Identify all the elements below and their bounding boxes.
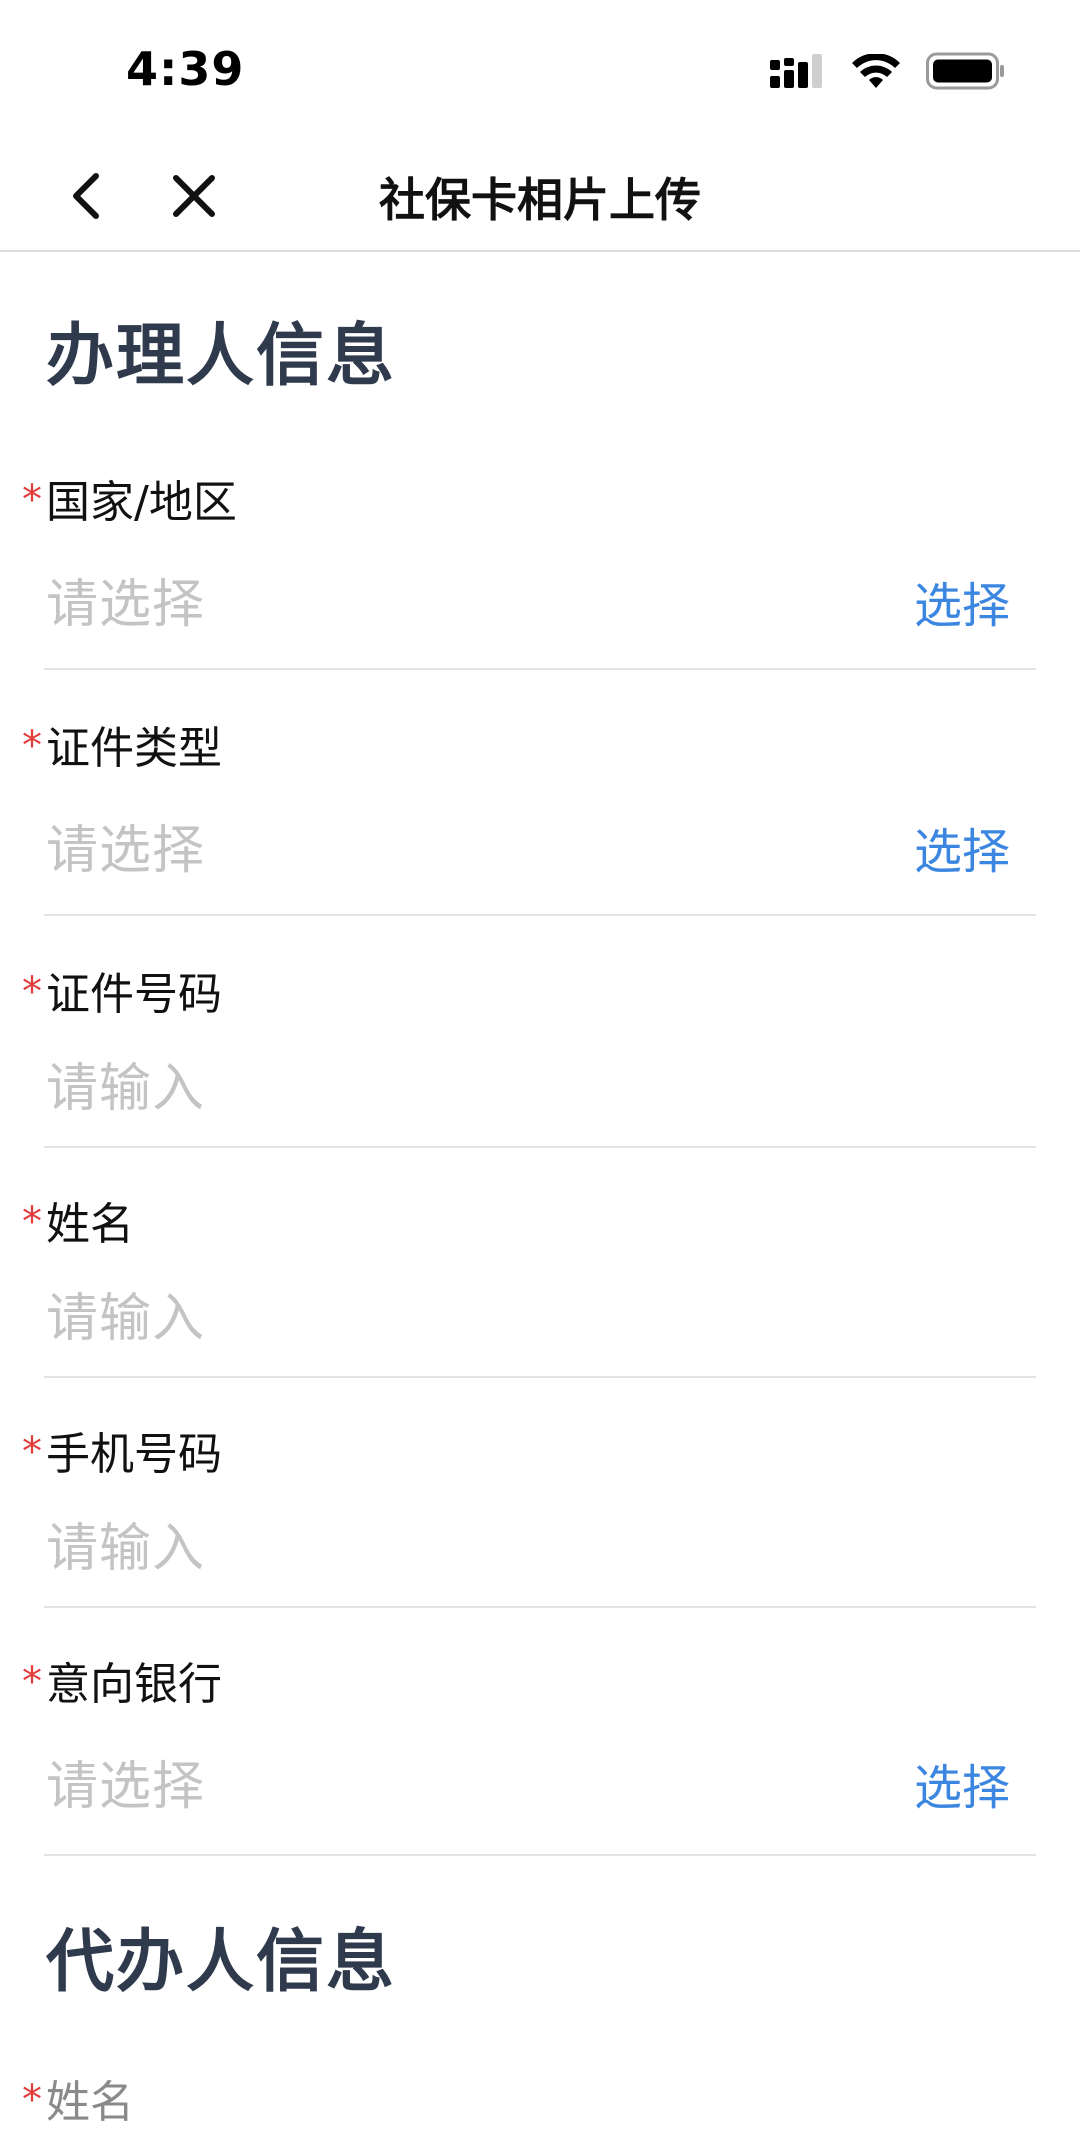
id-type-select-button[interactable]: 选择	[914, 812, 1010, 882]
field-label: *证件类型	[22, 712, 222, 776]
field-name[interactable]: *姓名 请输入	[0, 1188, 1080, 1378]
page-title: 社保卡相片上传	[379, 173, 701, 227]
wifi-icon	[852, 54, 900, 88]
required-mark: *	[22, 723, 42, 769]
field-label-text: 姓名	[46, 2077, 134, 2128]
required-mark: *	[22, 1199, 42, 1245]
field-label: *意向银行	[22, 1648, 222, 1712]
field-label-text: 姓名	[46, 1199, 134, 1250]
required-mark: *	[22, 2077, 42, 2123]
bank-select-placeholder[interactable]: 请选择	[46, 1744, 205, 1819]
field-label: *手机号码	[22, 1418, 222, 1482]
field-label-text: 证件号码	[46, 969, 222, 1020]
required-mark: *	[22, 477, 42, 523]
signal-icon	[770, 54, 822, 88]
id-number-input[interactable]: 请输入	[46, 1046, 205, 1121]
divider	[44, 668, 1036, 670]
field-label-text: 国家/地区	[46, 477, 237, 528]
required-mark: *	[22, 1659, 42, 1705]
field-agent-name[interactable]: *姓名	[0, 2066, 1080, 2143]
field-phone[interactable]: *手机号码 请输入	[0, 1418, 1080, 1608]
field-label: *姓名	[22, 1188, 134, 1252]
name-input[interactable]: 请输入	[46, 1276, 205, 1351]
bank-select-button[interactable]: 选择	[914, 1748, 1010, 1818]
nav-bar: 社保卡相片上传	[0, 140, 1080, 252]
status-time: 4:39	[126, 42, 245, 96]
battery-icon	[926, 52, 1004, 90]
required-mark: *	[22, 1429, 42, 1475]
country-select-button[interactable]: 选择	[914, 566, 1010, 636]
phone-input[interactable]: 请输入	[46, 1506, 205, 1581]
field-label-text: 证件类型	[46, 723, 222, 774]
required-mark: *	[22, 969, 42, 1015]
field-label: *证件号码	[22, 958, 222, 1022]
field-country-region[interactable]: *国家/地区 请选择 选择	[0, 466, 1080, 670]
status-icons	[770, 50, 1006, 94]
section-title-agent: 代办人信息	[46, 1923, 397, 2002]
field-id-number[interactable]: *证件号码 请输入	[0, 958, 1080, 1148]
divider	[44, 1606, 1036, 1608]
field-preferred-bank[interactable]: *意向银行 请选择 选择	[0, 1648, 1080, 1856]
country-select-placeholder[interactable]: 请选择	[46, 562, 205, 637]
status-bar: 4:39	[0, 0, 1080, 140]
id-type-select-placeholder[interactable]: 请选择	[46, 808, 205, 883]
divider	[44, 1376, 1036, 1378]
field-label: *姓名	[22, 2066, 134, 2130]
section-title-applicant: 办理人信息	[46, 317, 397, 396]
divider	[44, 914, 1036, 916]
divider	[44, 1146, 1036, 1148]
field-label: *国家/地区	[22, 466, 237, 530]
field-label-text: 手机号码	[46, 1429, 222, 1480]
field-id-type[interactable]: *证件类型 请选择 选择	[0, 712, 1080, 916]
divider	[44, 1854, 1036, 1856]
field-label-text: 意向银行	[46, 1659, 222, 1710]
